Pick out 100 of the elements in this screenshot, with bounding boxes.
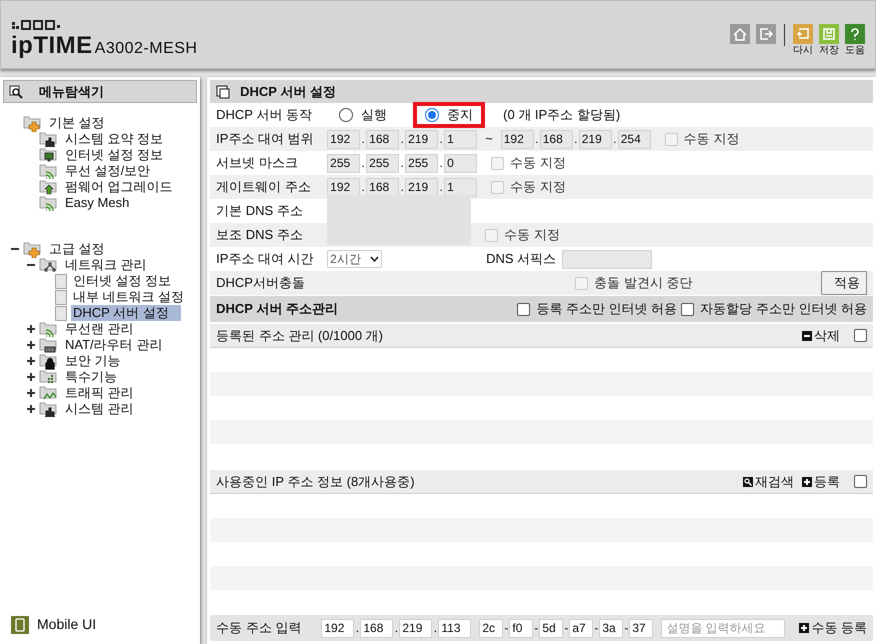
toolbar-icon-button[interactable] bbox=[756, 24, 776, 44]
manual-register-button[interactable]: 수동 등록 bbox=[799, 618, 867, 638]
plus-icon bbox=[802, 476, 812, 486]
plus-icon bbox=[799, 623, 810, 633]
tree-item[interactable]: 시스템 요약 정보 bbox=[63, 131, 166, 147]
tree-item[interactable]: 펌웨어 업그레이드 bbox=[63, 179, 175, 195]
ip-field[interactable]: 3a bbox=[599, 618, 624, 638]
list-action-button[interactable]: 재검색 bbox=[743, 472, 794, 492]
toolbar-button[interactable]: 저장 bbox=[819, 24, 839, 56]
ip-field[interactable]: 254 bbox=[618, 130, 651, 148]
undo-icon bbox=[793, 24, 813, 44]
select-all-checkbox[interactable] bbox=[854, 475, 867, 488]
ip-field[interactable]: 2c bbox=[479, 618, 504, 638]
separator: - bbox=[593, 620, 600, 637]
radio-button[interactable] bbox=[339, 108, 354, 122]
ip-field[interactable]: 113 bbox=[438, 618, 472, 638]
ip-field[interactable]: 255 bbox=[366, 154, 400, 172]
mobile-ui-link[interactable]: Mobile UI bbox=[37, 614, 96, 635]
radio-button[interactable] bbox=[425, 108, 440, 122]
caret-icon bbox=[370, 256, 380, 262]
wireless-folder-icon bbox=[39, 194, 59, 212]
home-icon bbox=[730, 24, 750, 44]
tree-item[interactable]: 인터넷 설정 정보 bbox=[71, 273, 174, 289]
checkbox[interactable] bbox=[517, 302, 530, 316]
field-label: 게이트웨이 주소 bbox=[216, 178, 312, 196]
tree-item[interactable]: 시스템 관리 bbox=[63, 401, 136, 417]
ip-field[interactable]: 192 bbox=[500, 130, 534, 148]
ip-field[interactable]: 168 bbox=[366, 178, 400, 196]
toolbar-icon-button[interactable] bbox=[730, 24, 750, 44]
ip-field[interactable]: 255 bbox=[327, 154, 360, 172]
model-name: A3002-MESH bbox=[94, 40, 198, 58]
ip-field[interactable]: 255 bbox=[405, 154, 438, 172]
expand-icon[interactable] bbox=[27, 389, 35, 397]
separator: . bbox=[354, 620, 360, 637]
ip-field[interactable]: 219 bbox=[405, 130, 438, 148]
range-separator: ~ bbox=[485, 130, 493, 148]
separator: - bbox=[533, 620, 540, 637]
panel-title: DHCP 서버 설정 bbox=[240, 82, 336, 101]
page-icon bbox=[55, 306, 67, 320]
ip-field[interactable]: 219 bbox=[578, 130, 612, 148]
checkbox-label: 자동할당 주소만 인터넷 허용 bbox=[700, 300, 867, 318]
ip-field[interactable]: 192 bbox=[327, 130, 360, 148]
allocation-note: (0 개 IP주소 할당됨) bbox=[503, 106, 620, 124]
lease-time-select[interactable]: 2시간 bbox=[327, 250, 382, 268]
logout-icon bbox=[756, 24, 776, 44]
separator: . bbox=[612, 131, 618, 148]
separator: - bbox=[563, 620, 570, 637]
toolbar-button[interactable]: 도움 bbox=[845, 24, 865, 56]
tree-item[interactable]: DHCP 서버 설정 bbox=[71, 305, 181, 321]
ip-field[interactable]: 219 bbox=[405, 178, 438, 196]
folder-icon bbox=[23, 240, 43, 258]
field-label: DNS 서픽스 bbox=[486, 250, 556, 268]
tree-item[interactable]: 트래픽 관리 bbox=[63, 385, 136, 401]
tree-item[interactable]: Easy Mesh bbox=[63, 195, 132, 211]
section-title: DHCP 서버 주소관리 bbox=[216, 300, 338, 318]
expand-icon[interactable] bbox=[27, 325, 35, 333]
expand-icon[interactable] bbox=[27, 373, 35, 381]
dns-suffix-field[interactable] bbox=[562, 250, 652, 268]
ip-field[interactable]: 5d bbox=[539, 618, 564, 638]
ip-field[interactable]: f0 bbox=[509, 618, 534, 638]
tree-item[interactable]: NAT/라우터 관리 bbox=[63, 337, 164, 353]
tree-item[interactable]: 기본 설정 bbox=[47, 115, 107, 131]
description-field[interactable]: 설명을 입력하세요 bbox=[661, 618, 786, 638]
ip-field[interactable]: 192 bbox=[321, 618, 354, 638]
apply-button[interactable]: 적용 bbox=[821, 271, 867, 295]
collapse-icon[interactable] bbox=[27, 261, 35, 269]
ip-field[interactable]: a7 bbox=[569, 618, 594, 638]
list-action-button[interactable]: 등록 bbox=[802, 472, 840, 492]
tree-item[interactable]: 무선랜 관리 bbox=[63, 321, 136, 337]
separator: . bbox=[360, 155, 366, 172]
separator: . bbox=[438, 155, 444, 172]
ip-field[interactable]: 37 bbox=[629, 618, 654, 638]
select-all-checkbox[interactable] bbox=[854, 329, 867, 342]
collapse-icon[interactable] bbox=[11, 245, 19, 253]
ip-field[interactable]: 192 bbox=[327, 178, 360, 196]
separator: . bbox=[534, 131, 540, 148]
radio-label: 실행 bbox=[361, 106, 388, 124]
ip-field[interactable]: 1 bbox=[444, 178, 478, 196]
tree-item[interactable]: 특수기능 bbox=[63, 369, 119, 385]
expand-icon[interactable] bbox=[27, 357, 35, 365]
ip-field[interactable]: 168 bbox=[366, 130, 400, 148]
tree-item[interactable]: 고급 설정 bbox=[47, 241, 107, 257]
tree-item[interactable]: 무선 설정/보안 bbox=[63, 163, 152, 179]
ip-field[interactable]: 219 bbox=[399, 618, 432, 638]
tree-item[interactable]: 인터넷 설정 정보 bbox=[63, 147, 166, 163]
tree-item[interactable]: 내부 네트워크 설정 bbox=[71, 289, 186, 305]
separator: . bbox=[438, 179, 444, 196]
expand-icon[interactable] bbox=[27, 341, 35, 349]
separator: . bbox=[399, 155, 405, 172]
ip-field[interactable]: 0 bbox=[444, 154, 478, 172]
ip-field[interactable]: 168 bbox=[540, 130, 573, 148]
expand-icon[interactable] bbox=[27, 405, 35, 413]
toolbar-button[interactable]: 다시 bbox=[793, 24, 813, 56]
tree-item[interactable]: 네트워크 관리 bbox=[63, 257, 149, 273]
checkbox[interactable] bbox=[681, 302, 694, 316]
list-action-button[interactable]: 삭제 bbox=[802, 326, 840, 346]
tree-item[interactable]: 보안 기능 bbox=[63, 353, 123, 369]
ip-field[interactable]: 1 bbox=[444, 130, 478, 148]
upgrade-folder-icon bbox=[39, 178, 59, 196]
ip-field[interactable]: 168 bbox=[360, 618, 394, 638]
